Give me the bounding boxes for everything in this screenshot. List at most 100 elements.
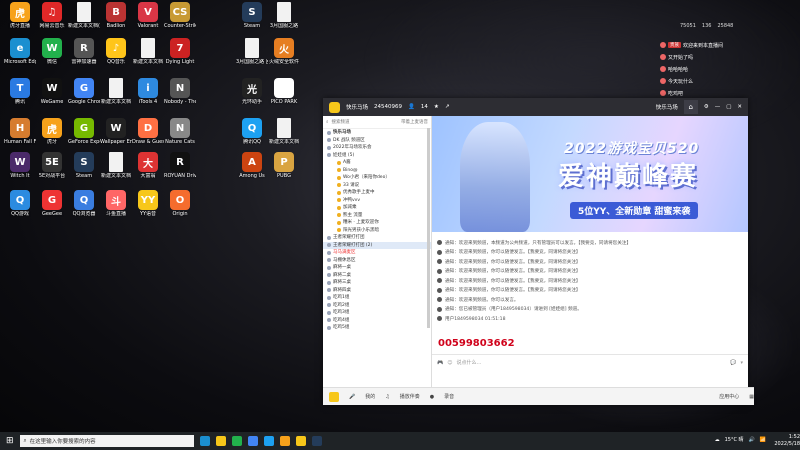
desktop-icon[interactable]: 虎虎牙直播 — [4, 2, 36, 40]
desktop-icon[interactable]: YY YY语音 — [132, 190, 164, 228]
desktop-icon[interactable]: 新建文本文档 — [132, 38, 164, 76]
taskbar-clock[interactable]: 1:52 2022/5/18 — [774, 434, 800, 448]
channel-item[interactable]: 吃鸡3组 — [323, 309, 431, 317]
desktop-icon[interactable]: 3月国服之路 — [268, 2, 300, 40]
channel-user-item[interactable]: 优秀歌手上麦中 — [323, 189, 431, 197]
channel-user-item[interactable]: 加减乘 — [323, 204, 431, 212]
favorite-icon[interactable]: ★ — [434, 104, 439, 110]
desktop-icon[interactable]: CSCounter-Strike — [164, 2, 196, 40]
volume-icon[interactable]: 🔊 — [749, 437, 755, 443]
chat-bubble-icon[interactable]: 💬 — [730, 360, 736, 366]
channel-user-item[interactable]: 33 请说 — [323, 182, 431, 190]
explorer-taskbar-icon[interactable] — [215, 436, 226, 446]
desktop-icon[interactable]: 新建文本文档 — [100, 152, 132, 190]
desktop-icon[interactable]: i iTools 4 — [132, 78, 164, 116]
channel-user-item[interactable]: Wo小君（来陪你deo） — [323, 174, 431, 182]
channel-user-item[interactable]: 冲鸭vvv — [323, 197, 431, 205]
channel-item[interactable]: 麻将二桌 — [323, 272, 431, 280]
desktop-icon[interactable]: Q QQ浏览器 — [68, 190, 100, 228]
channel-item[interactable]: 娃娃组 (5) — [323, 152, 431, 160]
emoji-icon[interactable]: ☺ — [447, 360, 452, 366]
bottom-accompaniment[interactable]: 播放伴奏 — [400, 393, 420, 400]
desktop-icon[interactable]: eMicrosoft Edge — [4, 38, 36, 76]
bottom-my[interactable]: 我的 — [365, 393, 375, 400]
bottom-app-center[interactable]: 应用中心 — [719, 393, 739, 400]
channel-item[interactable]: 马马满麦区 — [323, 249, 431, 257]
gamepad-icon[interactable]: 🎮 — [437, 360, 443, 366]
desktop-icon[interactable]: 斗斗鱼直播 — [100, 190, 132, 228]
huya-taskbar-icon[interactable] — [279, 436, 290, 446]
yy-voice-window[interactable]: 快乐马场 24540969 👤 14 ★ ↗ 快乐马场 ⌂ ⚙ — ▢ ✕ ⌕ … — [323, 98, 754, 405]
network-icon[interactable]: 📶 — [760, 437, 766, 443]
avatar[interactable] — [329, 391, 339, 402]
edge-taskbar-icon[interactable] — [199, 436, 210, 446]
minimize-icon[interactable]: — — [715, 104, 721, 110]
chat-input[interactable]: 说点什么… — [456, 359, 726, 366]
channel-item[interactable]: 快乐马场 — [323, 129, 431, 137]
home-icon[interactable]: ⌂ — [683, 100, 698, 114]
channel-user-item[interactable]: 熊主 流量 — [323, 212, 431, 220]
yy-taskbar-icon[interactable] — [295, 436, 306, 446]
taskbar-search[interactable]: ⌕ 在这里输入你要搜索的内容 — [19, 435, 194, 447]
desktop-icon[interactable]: NNobody - The Turnaround — [164, 78, 196, 116]
accompaniment-icon[interactable]: ♫ — [385, 394, 389, 400]
desktop-icon[interactable]: 新建文本文档 — [268, 118, 300, 156]
channel-item[interactable]: 吃鸡2组 — [323, 302, 431, 310]
channel-user-item[interactable]: A酱 — [323, 159, 431, 167]
desktop-icon[interactable]: ♫ 网易云音乐 — [36, 2, 68, 40]
desktop-icon[interactable]: 5E 5E对战平台 — [36, 152, 68, 190]
desktop-icon[interactable]: W WeGame — [36, 78, 68, 116]
desktop-icon[interactable]: P PICO PARK — [268, 78, 300, 116]
desktop-icon[interactable]: Q 腾讯QQ — [236, 118, 268, 156]
mic-queue-label[interactable]: 带着上麦语音 — [401, 119, 428, 125]
send-options-icon[interactable]: ▾ — [740, 360, 743, 366]
grid-icon[interactable]: ▦ — [749, 394, 754, 400]
channel-item[interactable]: 吃鸡5组 — [323, 324, 431, 332]
desktop-icon[interactable]: N Nature Cats — [164, 118, 196, 156]
channel-item[interactable]: 麻将四桌 — [323, 287, 431, 295]
channel-user-item[interactable]: Bino@ — [323, 167, 431, 175]
desktop-icon[interactable]: D Draw & Guess — [132, 118, 164, 156]
channel-user-item[interactable]: 糟米 · 上麦欢迎你 — [323, 219, 431, 227]
desktop-icon[interactable]: 新建文本文档(2) — [68, 2, 100, 40]
maximize-icon[interactable]: ▢ — [726, 104, 731, 110]
search-channel-label[interactable]: 搜索频道 — [332, 119, 350, 125]
taskbar-search-input[interactable]: 在这里输入你要搜索的内容 — [30, 437, 96, 445]
yy-titlebar[interactable]: 快乐马场 24540969 👤 14 ★ ↗ 快乐马场 ⌂ ⚙ — ▢ ✕ — [323, 98, 748, 116]
windows-start-icon[interactable]: ⊞ — [6, 436, 14, 446]
desktop-icon[interactable]: 光光环助手 — [236, 78, 268, 116]
channel-item[interactable]: 马棚休息区 — [323, 257, 431, 265]
desktop-icon[interactable]: GGoogle Chrome — [68, 78, 100, 116]
channel-item[interactable]: 麻将三桌 — [323, 279, 431, 287]
desktop-icon[interactable]: A Among Us — [236, 152, 268, 190]
chrome-taskbar-icon[interactable] — [247, 436, 258, 446]
desktop-icon[interactable]: 3月国服之路 回顾 — [236, 38, 268, 76]
channel-item[interactable]: 王者荣耀打打团 — [323, 234, 431, 242]
desktop-icon[interactable]: ♪ QQ音乐 — [100, 38, 132, 76]
desktop-icon[interactable]: V Valorant — [132, 2, 164, 40]
desktop-icon[interactable]: B Badlion — [100, 2, 132, 40]
qq-taskbar-icon[interactable] — [263, 436, 274, 446]
desktop-icon[interactable]: S Steam — [236, 2, 268, 40]
desktop-icon[interactable]: O Origin — [164, 190, 196, 228]
desktop-icon[interactable]: P PUBG — [268, 152, 300, 190]
desktop-icon[interactable]: R 雷神加速器 — [68, 38, 100, 76]
top-right-label[interactable]: 快乐马场 — [656, 103, 678, 111]
mic-icon[interactable]: 🎤 — [349, 394, 355, 400]
desktop-icon[interactable]: HHuman Fall Flat — [4, 118, 36, 156]
desktop-icon[interactable]: T 腾讯 — [4, 78, 36, 116]
channel-tree-scrollbar[interactable] — [427, 128, 430, 328]
channel-item[interactable]: 王者荣耀打打团 (2) — [323, 241, 431, 249]
channel-user-item[interactable]: 阳光男孩小乐黑暗 — [323, 227, 431, 235]
desktop-icon[interactable]: S Steam — [68, 152, 100, 190]
desktop-icon[interactable]: 虎虎牙 — [36, 118, 68, 156]
desktop-icon[interactable]: WWallpaper Engine — [100, 118, 132, 156]
chat-input-area[interactable]: 🎮 ☺ 说点什么… 💬 ▾ — [432, 354, 748, 389]
desktop-icon[interactable]: 火火绒安全软件 — [268, 38, 300, 76]
desktop-icon[interactable]: 大大富翁 — [132, 152, 164, 190]
desktop-icon[interactable]: Q QQ游戏 — [4, 190, 36, 228]
search-icon[interactable]: ⌕ — [326, 119, 329, 125]
desktop-icon[interactable]: G GeeGee — [36, 190, 68, 228]
desktop-icon[interactable]: GGeForce Experience — [68, 118, 100, 156]
channel-item[interactable]: 麻将一桌 — [323, 264, 431, 272]
